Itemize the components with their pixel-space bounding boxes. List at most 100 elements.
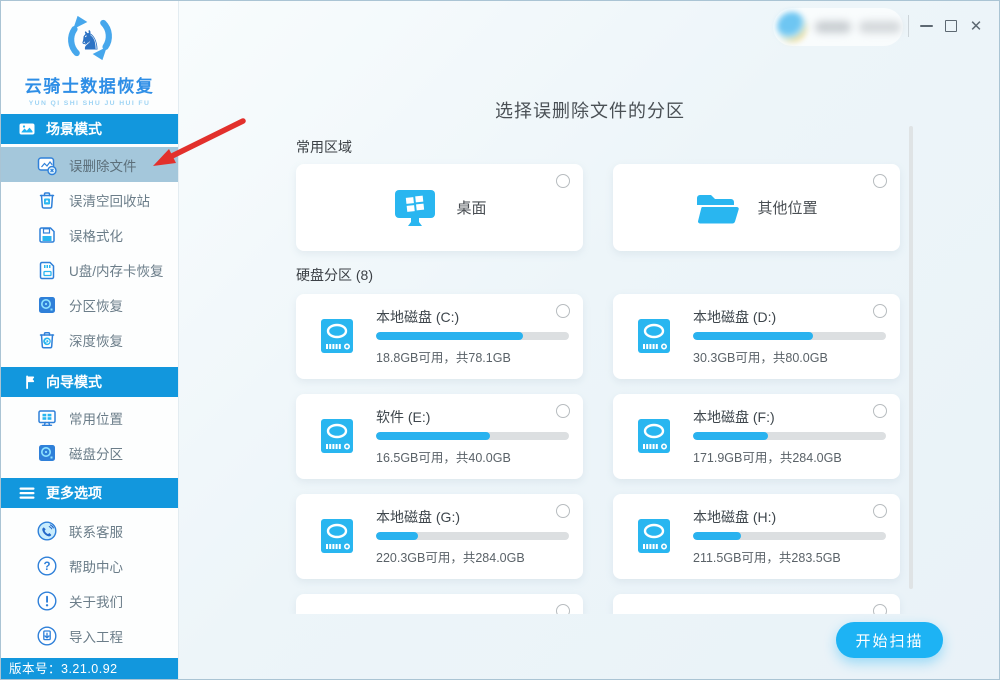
maximize-button[interactable]	[939, 14, 963, 38]
sidebar-item-label: U盘/内存卡恢复	[69, 263, 164, 279]
partition-radio[interactable]	[556, 604, 570, 614]
partition-size-info: 220.3GB可用，共284.0GB	[376, 551, 525, 565]
other-location-radio[interactable]	[873, 174, 887, 188]
partition-radio[interactable]	[556, 504, 570, 518]
partition-usage-fill	[693, 332, 813, 340]
sidebar-item-import-project[interactable]: 导入工程	[1, 618, 178, 653]
partition-card-partial[interactable]	[296, 594, 583, 614]
partition-usage-bar	[693, 332, 886, 340]
monitor-icon	[36, 407, 58, 429]
sidebar-item-deleted-files[interactable]: 误删除文件	[1, 147, 178, 182]
sidebar-item-contact-support[interactable]: 联系客服	[1, 513, 178, 548]
partition-name: 本地磁盘 (D:)	[693, 309, 777, 325]
main-panel: ✕ 选择误删除文件的分区 常用区域 桌面 其他位置 硬盘分区 (8) 本地磁盘 …	[179, 1, 999, 679]
sidebar-item-label: 误清空回收站	[69, 193, 150, 209]
disk-partition-icon	[36, 294, 58, 316]
partition-usage-fill	[376, 532, 419, 540]
content-viewport: 常用区域 桌面 其他位置 硬盘分区 (8) 本地磁盘 (C:) 18.8GB可用…	[179, 131, 999, 614]
partition-card-h[interactable]: 本地磁盘 (H:) 211.5GB可用，共283.5GB	[613, 494, 900, 579]
partition-usage-fill	[693, 432, 769, 440]
knight-icon: ♞	[78, 26, 102, 57]
recycle-bin-icon	[36, 189, 58, 211]
sidebar-item-label: 帮助中心	[69, 559, 123, 575]
sidebar-item-label: 磁盘分区	[69, 446, 123, 462]
desktop-radio[interactable]	[556, 174, 570, 188]
page-title: 选择误删除文件的分区	[495, 101, 685, 122]
common-area-label: 常用区域	[296, 139, 352, 155]
start-scan-button[interactable]: 开始扫描	[836, 622, 943, 658]
partition-card-c[interactable]: 本地磁盘 (C:) 18.8GB可用，共78.1GB	[296, 294, 583, 379]
sidebar-item-common-locations[interactable]: 常用位置	[1, 400, 178, 435]
partition-radio[interactable]	[873, 504, 887, 518]
question-icon	[36, 555, 58, 577]
common-card-desktop[interactable]: 桌面	[296, 164, 583, 251]
sidebar-item-label: 误删除文件	[69, 158, 137, 174]
section-header-label: 向导模式	[46, 374, 102, 390]
sidebar-item-formatted[interactable]: 误格式化	[1, 217, 178, 252]
sidebar-item-label: 关于我们	[69, 594, 123, 610]
hard-drive-icon	[318, 415, 356, 457]
sidebar-item-label: 常用位置	[69, 411, 123, 427]
close-icon: ✕	[969, 17, 983, 35]
sidebar-item-emptied-recycle-bin[interactable]: 误清空回收站	[1, 182, 178, 217]
partition-usage-fill	[693, 532, 742, 540]
close-button[interactable]: ✕	[964, 14, 988, 38]
maximize-icon	[945, 20, 957, 32]
partitions-label: 硬盘分区 (8)	[296, 267, 373, 283]
sidebar-item-label: 分区恢复	[69, 298, 123, 314]
sidebar: ♞ 云骑士数据恢复 YUN QI SHI SHU JU HUI FU 场景模式 …	[1, 1, 179, 679]
account-avatar	[777, 12, 807, 42]
sidebar-item-partition-recovery[interactable]: 分区恢复	[1, 287, 178, 322]
partition-usage-fill	[376, 432, 490, 440]
partition-size-info: 171.9GB可用，共284.0GB	[693, 451, 842, 465]
sd-card-icon	[36, 259, 58, 281]
open-folder-icon	[695, 191, 739, 225]
section-header-label: 场景模式	[46, 121, 102, 137]
desktop-windows-icon	[392, 189, 438, 227]
partition-usage-fill	[376, 332, 523, 340]
partition-card-g[interactable]: 本地磁盘 (G:) 220.3GB可用，共284.0GB	[296, 494, 583, 579]
app-window: ♞ 云骑士数据恢复 YUN QI SHI SHU JU HUI FU 场景模式 …	[0, 0, 1000, 680]
app-title: 云骑士数据恢复	[24, 77, 155, 96]
logo-recycle-icon: ♞	[67, 15, 112, 61]
sidebar-item-about-us[interactable]: 关于我们	[1, 583, 178, 618]
partition-usage-bar	[693, 432, 886, 440]
exclamation-icon	[36, 590, 58, 612]
scrollbar[interactable]	[909, 126, 913, 589]
common-card-label: 桌面	[456, 200, 487, 217]
partition-radio[interactable]	[873, 404, 887, 418]
partition-card-d[interactable]: 本地磁盘 (D:) 30.3GB可用，共80.0GB	[613, 294, 900, 379]
sidebar-item-disk-partitions[interactable]: 磁盘分区	[1, 435, 178, 470]
partition-usage-bar	[376, 332, 569, 340]
partition-card-e[interactable]: 软件 (E:) 16.5GB可用，共40.0GB	[296, 394, 583, 479]
partition-radio[interactable]	[556, 404, 570, 418]
app-logo: ♞ 云骑士数据恢复 YUN QI SHI SHU JU HUI FU	[1, 1, 178, 114]
disk-icon	[36, 442, 58, 464]
partition-name: 本地磁盘 (F:)	[693, 409, 775, 425]
section-header-scene-mode: 场景模式	[1, 114, 178, 144]
sidebar-item-usb-sd-recovery[interactable]: U盘/内存卡恢复	[1, 252, 178, 287]
partition-size-info: 16.5GB可用，共40.0GB	[376, 451, 511, 465]
sidebar-item-label: 深度恢复	[69, 333, 123, 349]
partition-name: 本地磁盘 (H:)	[693, 509, 777, 525]
hard-drive-icon	[635, 515, 673, 557]
floppy-format-icon	[36, 224, 58, 246]
minimize-button[interactable]	[914, 14, 938, 38]
partition-card-f[interactable]: 本地磁盘 (F:) 171.9GB可用，共284.0GB	[613, 394, 900, 479]
partition-radio[interactable]	[556, 304, 570, 318]
account-badge[interactable]	[773, 8, 903, 46]
partition-size-info: 18.8GB可用，共78.1GB	[376, 351, 511, 365]
partition-name: 本地磁盘 (G:)	[376, 509, 460, 525]
sidebar-item-deep-recovery[interactable]: 深度恢复	[1, 322, 178, 357]
partition-radio[interactable]	[873, 304, 887, 318]
partition-radio[interactable]	[873, 604, 887, 614]
deep-recovery-icon	[36, 329, 58, 351]
common-card-other-location[interactable]: 其他位置	[613, 164, 900, 251]
sidebar-item-label: 误格式化	[69, 228, 123, 244]
hard-drive-icon	[318, 315, 356, 357]
common-card-label: 其他位置	[757, 200, 818, 217]
partition-card-partial[interactable]	[613, 594, 900, 614]
hard-drive-icon	[635, 315, 673, 357]
sidebar-item-help-center[interactable]: 帮助中心	[1, 548, 178, 583]
import-icon	[36, 625, 58, 647]
